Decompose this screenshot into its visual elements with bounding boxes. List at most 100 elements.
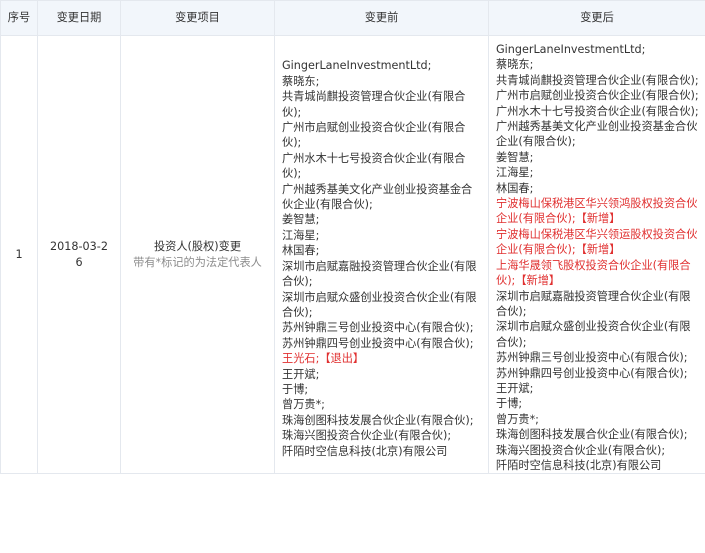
after-entry: 宁波梅山保税港区华兴领运股权投资合伙企业(有限合伙);【新增】 <box>496 227 699 258</box>
after-entry: 江海星; <box>496 165 699 180</box>
row-date: 2018-03-26 <box>37 34 121 475</box>
after-entry-text: 广州市启赋创业投资合伙企业(有限合伙); <box>496 89 699 103</box>
row-item: 投资人(股权)变更 带有*标记的为法定代表人 <box>120 34 275 475</box>
before-entry: 王开斌; <box>282 367 482 382</box>
before-list: GingerLaneInvestmentLtd; 蔡晓东; 共青城尚麒投资管理合伙企… <box>274 34 489 475</box>
before-entry: 深圳市启赋众盛创业投资合伙企业(有限合伙); <box>282 290 482 321</box>
after-entry: 于博; <box>496 396 699 411</box>
after-entry: 阡陌时空信息科技(北京)有限公司 <box>496 458 699 473</box>
after-entry: 深圳市启赋嘉融投资管理合伙企业(有限合伙); <box>496 289 699 320</box>
row-index: 1 <box>0 34 38 475</box>
row-item-label: 投资人(股权)变更 <box>153 240 242 254</box>
before-entry-text: 广州越秀基美文化产业创业投资基金合伙企业(有限合伙); <box>282 182 473 212</box>
table-header-row: 序号 变更日期 变更项目 变更前 变更后 <box>0 0 705 36</box>
after-entry: 王开斌; <box>496 381 699 396</box>
after-entry-text: GingerLaneInvestmentLtd; <box>496 43 646 56</box>
row-item-note: 带有*标记的为法定代表人 <box>133 255 262 269</box>
after-entry: GingerLaneInvestmentLtd; <box>496 42 699 57</box>
after-entry-tag: 【新增】 <box>515 274 561 288</box>
after-entry-tag: 【新增】 <box>575 212 621 226</box>
before-entry: 王光石;【退出】 <box>282 351 482 366</box>
after-entry: 苏州钟鼎四号创业投资中心(有限合伙); <box>496 366 699 381</box>
after-entry: 上海华晟领飞股权投资合伙企业(有限合伙);【新增】 <box>496 258 699 289</box>
after-entry: 深圳市启赋众盛创业投资合伙企业(有限合伙); <box>496 319 699 350</box>
change-record-table-wrapper: 序号 变更日期 变更项目 变更前 变更后 1 2018-03-26 投资人(股权… <box>0 0 705 553</box>
before-entry-text: 广州水木十七号投资合伙企业(有限合伙); <box>282 151 466 181</box>
before-entry-text: 于博; <box>282 382 309 396</box>
after-entry-text: 珠海创图科技发展合伙企业(有限合伙); <box>496 428 688 442</box>
before-entry: 阡陌时空信息科技(北京)有限公司 <box>282 444 482 459</box>
after-entry-text: 蔡晓东; <box>496 58 534 72</box>
before-entry-text: 珠海创图科技发展合伙企业(有限合伙); <box>282 413 474 427</box>
before-entry: 珠海兴图投资合伙企业(有限合伙); <box>282 428 482 443</box>
before-entry-text: 林国春; <box>282 244 320 258</box>
after-entry-text: 深圳市启赋众盛创业投资合伙企业(有限合伙); <box>496 320 691 349</box>
before-entry-text: 珠海兴图投资合伙企业(有限合伙); <box>282 429 452 443</box>
after-entry: 曾万贵*; <box>496 412 699 427</box>
after-entry: 珠海兴图投资合伙企业(有限合伙); <box>496 443 699 458</box>
before-entry-text: 深圳市启赋嘉融投资管理合伙企业(有限合伙); <box>282 259 477 289</box>
table-row: 1 2018-03-26 投资人(股权)变更 带有*标记的为法定代表人 Ging… <box>0 34 705 475</box>
before-entry: 广州越秀基美文化产业创业投资基金合伙企业(有限合伙); <box>282 182 482 213</box>
before-entry-text: 蔡晓东; <box>282 74 320 88</box>
after-entry-text: 珠海兴图投资合伙企业(有限合伙); <box>496 443 666 457</box>
after-entry-text: 深圳市启赋嘉融投资管理合伙企业(有限合伙); <box>496 289 691 318</box>
before-entry: 曾万贵*; <box>282 397 482 412</box>
before-entry-text: 江海星; <box>282 228 320 242</box>
after-entry-text: 共青城尚麒投资管理合伙企业(有限合伙); <box>496 73 699 87</box>
after-entry-text: 广州越秀基美文化产业创业投资基金合伙企业(有限合伙); <box>496 120 698 149</box>
before-entry: 广州水木十七号投资合伙企业(有限合伙); <box>282 151 482 182</box>
after-entry: 广州水木十七号投资合伙企业(有限合伙); <box>496 104 699 119</box>
after-entry: 宁波梅山保税港区华兴领鸿股权投资合伙企业(有限合伙);【新增】 <box>496 196 699 227</box>
change-record-table: 序号 变更日期 变更项目 变更前 变更后 1 2018-03-26 投资人(股权… <box>0 0 705 475</box>
before-entry-text: 王开斌; <box>282 367 320 381</box>
before-entry: 江海星; <box>282 228 482 243</box>
after-entry-text: 阡陌时空信息科技(北京)有限公司 <box>496 458 662 472</box>
after-entry-text: 广州水木十七号投资合伙企业(有限合伙); <box>496 104 699 118</box>
before-entry: 苏州钟鼎三号创业投资中心(有限合伙); <box>282 320 482 335</box>
header-item: 变更项目 <box>120 0 275 36</box>
before-entry-tag: 【退出】 <box>319 352 365 366</box>
before-entry-text: 曾万贵*; <box>282 398 325 412</box>
after-entry-tag: 【新增】 <box>575 243 621 257</box>
after-list: GingerLaneInvestmentLtd; 蔡晓东; 共青城尚麒投资管理合伙企… <box>488 34 705 475</box>
after-entry: 广州越秀基美文化产业创业投资基金合伙企业(有限合伙); <box>496 119 699 150</box>
after-entry-text: 姜智慧; <box>496 150 534 164</box>
before-entry-text: 姜智慧; <box>282 213 320 227</box>
after-entry-text: 江海星; <box>496 166 534 180</box>
after-entry: 广州市启赋创业投资合伙企业(有限合伙); <box>496 88 699 103</box>
after-entry: 蔡晓东; <box>496 57 699 72</box>
after-entry: 林国春; <box>496 181 699 196</box>
before-entry-text: 苏州钟鼎四号创业投资中心(有限合伙); <box>282 336 474 350</box>
before-entry: 深圳市启赋嘉融投资管理合伙企业(有限合伙); <box>282 259 482 290</box>
header-date: 变更日期 <box>37 0 121 36</box>
after-entry: 苏州钟鼎三号创业投资中心(有限合伙); <box>496 350 699 365</box>
before-entry-text: 广州市启赋创业投资合伙企业(有限合伙); <box>282 121 466 150</box>
after-entry: 姜智慧; <box>496 150 699 165</box>
before-entry-text: 苏州钟鼎三号创业投资中心(有限合伙); <box>282 321 474 335</box>
before-entry: 广州市启赋创业投资合伙企业(有限合伙); <box>282 120 482 151</box>
before-entry: GingerLaneInvestmentLtd; <box>282 58 482 73</box>
after-entry-text: 林国春; <box>496 181 534 195</box>
before-entry: 苏州钟鼎四号创业投资中心(有限合伙); <box>282 336 482 351</box>
before-entry-text: 阡陌时空信息科技(北京)有限公司 <box>282 444 448 458</box>
before-entry: 于博; <box>282 382 482 397</box>
after-entry-text: 苏州钟鼎四号创业投资中心(有限合伙); <box>496 366 688 380</box>
before-entry: 共青城尚麒投资管理合伙企业(有限合伙); <box>282 89 482 120</box>
row-date-text: 2018-03-26 <box>50 240 108 269</box>
after-entry-text: 于博; <box>496 397 523 411</box>
before-entry-text: 共青城尚麒投资管理合伙企业(有限合伙); <box>282 90 466 119</box>
after-entry: 珠海创图科技发展合伙企业(有限合伙); <box>496 427 699 442</box>
before-entry: 林国春; <box>282 243 482 258</box>
after-entry-text: 曾万贵*; <box>496 412 539 426</box>
before-entry-text: 王光石; <box>282 352 320 366</box>
before-entry-text: GingerLaneInvestmentLtd; <box>282 59 432 73</box>
before-entry: 蔡晓东; <box>282 74 482 89</box>
before-entry-text: 深圳市启赋众盛创业投资合伙企业(有限合伙); <box>282 290 477 319</box>
before-entry: 姜智慧; <box>282 212 482 227</box>
header-after: 变更后 <box>488 0 705 36</box>
header-before: 变更前 <box>274 0 489 36</box>
before-entry: 珠海创图科技发展合伙企业(有限合伙); <box>282 413 482 428</box>
after-entry-text: 苏州钟鼎三号创业投资中心(有限合伙); <box>496 351 688 365</box>
header-index: 序号 <box>0 0 38 36</box>
